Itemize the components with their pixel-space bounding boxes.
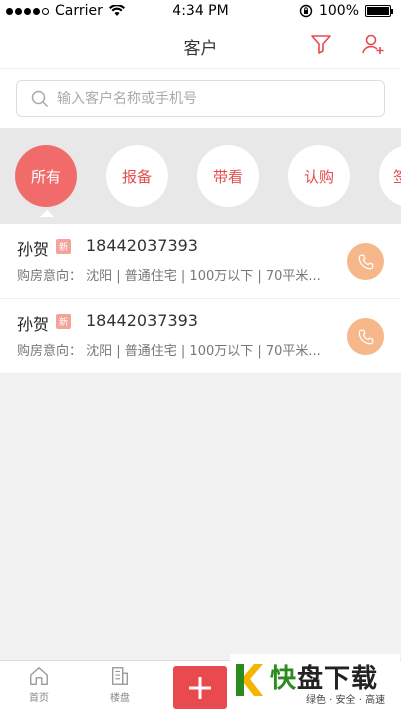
call-button[interactable] [347,243,384,280]
customer-list: 孙贺 新 18442037393 购房意向： 沈阳 | 普通住宅 | 100万以… [0,224,401,374]
site-watermark: 快盘下载 绿色 · 安全 · 高速 [230,654,400,710]
search-icon [31,90,49,108]
customer-name: 孙贺 [17,240,50,259]
customer-phone: 18442037393 [86,311,198,330]
search-input[interactable] [57,87,377,111]
new-badge: 新 [56,314,71,329]
call-button[interactable] [347,318,384,355]
filter-chip-reported[interactable]: 报备 [106,145,168,207]
orientation-lock-icon [299,4,313,18]
page-title: 客户 [183,39,218,59]
filter-chip-signed[interactable]: 签 [379,145,401,207]
phone-icon [358,254,373,269]
filter-icon[interactable] [309,32,333,56]
building-icon [111,667,129,685]
watermark-brand-b: 盘下载 [297,664,379,694]
add-user-icon[interactable] [361,32,385,56]
phone-icon [358,329,373,344]
search-box[interactable] [16,80,385,117]
tab-buildings[interactable]: 楼盘 [90,665,150,704]
customer-intent: 购房意向： 沈阳 | 普通住宅 | 100万以下 | 70平米... [17,269,321,284]
battery-icon [365,5,393,17]
watermark-brand: 快盘下载 [270,658,378,695]
plus-icon [189,676,211,699]
filter-chip-subscribed[interactable]: 认购 [288,145,350,207]
status-filter-row: 所有 报备 带看 认购 签 [0,128,401,224]
battery-percent: 100% [318,3,359,19]
search-area [0,68,401,128]
customer-row[interactable]: 孙贺 新 18442037393 购房意向： 沈阳 | 普通住宅 | 100万以… [0,299,401,374]
nav-bar: 客户 [0,22,401,68]
tab-home[interactable]: 首页 [9,665,69,704]
filter-chip-all[interactable]: 所有 [15,145,77,207]
tab-home-label: 首页 [29,693,49,704]
active-chip-pointer [40,210,54,217]
watermark-logo [236,664,263,696]
filter-chip-visited[interactable]: 带看 [197,145,259,207]
home-icon [30,667,48,685]
customer-row[interactable]: 孙贺 新 18442037393 购房意向： 沈阳 | 普通住宅 | 100万以… [0,224,401,299]
add-button[interactable] [173,666,227,709]
watermark-slogan: 绿色 · 安全 · 高速 [306,695,386,706]
tab-buildings-label: 楼盘 [110,693,130,704]
customer-intent: 购房意向： 沈阳 | 普通住宅 | 100万以下 | 70平米... [17,344,321,359]
status-bar: Carrier 4:34 PM 100% [0,0,401,22]
customer-name: 孙贺 [17,315,50,334]
customer-phone: 18442037393 [86,236,198,255]
watermark-brand-a: 快 [270,664,298,694]
new-badge: 新 [56,239,71,254]
